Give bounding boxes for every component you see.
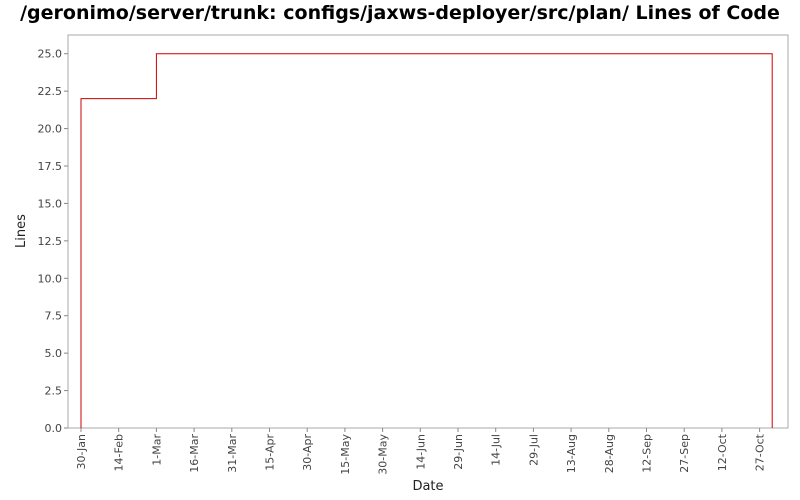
x-axis: 30-Jan 14-Feb 1-Mar 16-Mar 31-Mar 15-Apr 30-Ap… bbox=[75, 428, 767, 475]
x-tick-label: 15-Apr bbox=[264, 434, 277, 471]
y-tick-label: 7.5 bbox=[45, 310, 63, 323]
x-tick-label: 14-Jun bbox=[414, 434, 427, 470]
x-tick-label: 1-Mar bbox=[150, 434, 163, 466]
x-tick-label: 12-Sep bbox=[641, 434, 654, 473]
y-tick-label: 0.0 bbox=[45, 422, 63, 435]
y-tick-label: 17.5 bbox=[38, 160, 63, 173]
plot-area bbox=[67, 34, 789, 429]
x-tick-label: 28-Aug bbox=[603, 434, 616, 473]
x-tick-label: 16-Mar bbox=[188, 434, 201, 473]
x-tick-label: 29-Jun bbox=[452, 434, 465, 470]
y-tick-label: 10.0 bbox=[38, 272, 63, 285]
y-tick-label: 2.5 bbox=[45, 385, 63, 398]
x-tick-label: 30-Jan bbox=[75, 434, 88, 470]
y-axis: 0.0 2.5 5.0 7.5 10.0 12.5 15.0 17.5 20.0 22.5 25.0 bbox=[38, 48, 68, 435]
x-axis-label: Date bbox=[412, 479, 443, 494]
x-tick-label: 12-Oct bbox=[716, 433, 729, 471]
x-tick-label: 14-Feb bbox=[113, 434, 126, 471]
x-tick-label: 13-Aug bbox=[565, 434, 578, 473]
y-axis-label: Lines bbox=[14, 214, 29, 248]
y-tick-label: 25.0 bbox=[38, 48, 63, 61]
y-tick-label: 12.5 bbox=[38, 235, 63, 248]
x-tick-label: 27-Sep bbox=[678, 434, 691, 473]
y-tick-label: 15.0 bbox=[38, 197, 63, 210]
x-tick-label: 27-Oct bbox=[754, 433, 767, 471]
y-tick-label: 20.0 bbox=[38, 123, 63, 136]
x-tick-label: 15-May bbox=[339, 434, 352, 475]
x-tick-label: 30-May bbox=[377, 434, 390, 475]
x-tick-label: 14-Jul bbox=[490, 434, 503, 466]
x-tick-label: 29-Jul bbox=[527, 434, 540, 466]
x-tick-label: 31-Mar bbox=[226, 434, 239, 473]
line-chart: 0.0 2.5 5.0 7.5 10.0 12.5 15.0 17.5 20.0 22.5 25.0… bbox=[14, 34, 789, 494]
y-tick-label: 5.0 bbox=[45, 347, 63, 360]
x-tick-label: 30-Apr bbox=[301, 434, 314, 471]
y-tick-label: 22.5 bbox=[38, 85, 63, 98]
